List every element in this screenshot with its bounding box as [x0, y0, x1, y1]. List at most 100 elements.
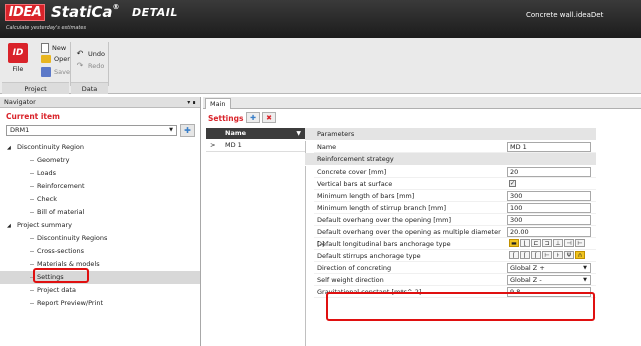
- add-setting-button[interactable]: ✚: [246, 112, 260, 123]
- tee-anchor-icon[interactable]: ⊣: [564, 239, 574, 247]
- straight-anchor-icon[interactable]: ▬: [509, 239, 519, 247]
- tree-item-cross-sections[interactable]: Cross-sections: [0, 245, 200, 258]
- group-label-project: Project: [2, 82, 69, 94]
- property-row: Name MD 1: [314, 141, 596, 153]
- concreting-direction-select[interactable]: Global Z + ▼: [507, 263, 591, 273]
- tree-item-discontinuity-regions[interactable]: Discontinuity Regions: [0, 232, 200, 245]
- stirrup-angle-icon[interactable]: ⌈: [531, 251, 541, 259]
- bend-anchor-icon[interactable]: ⊏: [531, 239, 541, 247]
- property-row: Default overhang over the opening as mul…: [314, 226, 596, 248]
- tagline: Calculate yesterday's estimates: [6, 25, 87, 31]
- concrete-cover-field[interactable]: 20: [507, 167, 591, 177]
- list-header[interactable]: Name ▼: [206, 128, 305, 139]
- tree-item-bill-of-material[interactable]: Bill of material: [0, 206, 200, 219]
- idea-logo: IDEA: [5, 4, 45, 21]
- tree-item-report-preview[interactable]: Report Preview/Print: [0, 297, 200, 310]
- list-item[interactable]: > MD 1: [206, 139, 305, 152]
- plate-anchor-icon[interactable]: ⊥: [553, 239, 563, 247]
- tree-item-geometry[interactable]: Geometry: [0, 154, 200, 167]
- idea-file-icon: ID: [8, 43, 28, 63]
- stirrup-tee-icon[interactable]: ⊢: [542, 251, 552, 259]
- tree-item-project-data[interactable]: Project data: [0, 284, 200, 297]
- property-row: Default overhang over the opening [mm] 3…: [314, 214, 596, 226]
- redo-button[interactable]: ↷ Redo: [75, 61, 105, 71]
- main-tabstrip: Main: [203, 97, 641, 109]
- group-label-data: Data: [71, 82, 108, 94]
- settings-list: Name ▼ > MD 1: [206, 128, 306, 346]
- chevron-down-icon: ▼: [583, 265, 587, 271]
- stirrup-hook-icon[interactable]: ⌈: [509, 251, 519, 259]
- open-button[interactable]: Open: [41, 55, 71, 63]
- property-row: Default longitudinal bars anchorage type…: [314, 238, 596, 250]
- add-icon: ✚: [184, 126, 191, 135]
- self-weight-direction-select[interactable]: Global Z - ▼: [507, 275, 591, 285]
- save-button[interactable]: Save: [41, 67, 70, 77]
- ribbon-divider: [108, 42, 109, 86]
- undo-icon: ↶: [76, 49, 84, 58]
- new-button[interactable]: New: [41, 43, 66, 53]
- title-bar: IDEA StatiCa® DETAIL Calculate yesterday…: [0, 0, 641, 38]
- delete-setting-button[interactable]: ✖: [262, 112, 276, 123]
- loop-anchor-icon[interactable]: ⊐: [542, 239, 552, 247]
- ribbon-divider: [70, 42, 71, 86]
- chevron-down-icon: ▼: [169, 127, 173, 133]
- settings-highlight-annotation: [33, 268, 89, 283]
- new-file-icon: [41, 43, 49, 53]
- min-bar-length-field[interactable]: 300: [507, 191, 591, 201]
- tree-item-loads[interactable]: Loads: [0, 167, 200, 180]
- self-weight-highlight-annotation: [326, 292, 595, 321]
- hook-anchor-icon[interactable]: ⌊: [520, 239, 530, 247]
- overhang-diameter-field[interactable]: 20.00: [507, 227, 591, 237]
- properties-grid: Parameters Name MD 1 Reinforcement strat…: [305, 128, 596, 298]
- add-icon: ✚: [250, 114, 256, 122]
- current-item-label: Current item: [6, 112, 60, 121]
- overhang-field[interactable]: 300: [507, 215, 591, 225]
- property-row: Default stirrups anchorage type ⌈ ⌈ ⌈ ⊢ …: [314, 250, 596, 262]
- ribbon: ID File New Open Save ↶ Undo ↷ Redo Proj…: [0, 38, 641, 94]
- product-name: DETAIL: [132, 6, 178, 19]
- vertical-bars-checkbox[interactable]: ✓: [509, 180, 516, 187]
- document-title: Concrete wall.ideaDet: [526, 11, 604, 19]
- section-parameters: Parameters: [305, 128, 596, 141]
- save-icon: [41, 67, 51, 77]
- name-field[interactable]: MD 1: [507, 142, 591, 152]
- tree-item-materials-models[interactable]: Materials & models: [0, 258, 200, 271]
- tree-item-settings[interactable]: Settings: [0, 271, 200, 284]
- stirrup-anchorage-picker: ⌈ ⌈ ⌈ ⊢ ⊦ Ψ ∩: [509, 251, 591, 259]
- current-item-select[interactable]: DRM1 ▼: [6, 125, 177, 136]
- stirrup-fork-icon[interactable]: Ψ: [564, 251, 574, 259]
- min-stirrup-branch-field[interactable]: 100: [507, 203, 591, 213]
- folder-open-icon: [41, 55, 51, 63]
- property-row: Self weight direction Global Z - ▼: [314, 274, 596, 286]
- property-row: Minimum length of bars [mm] 300: [314, 190, 596, 202]
- undo-button[interactable]: ↶ Undo: [75, 49, 105, 59]
- redo-icon: ↷: [76, 61, 84, 70]
- stirrup-closed-icon[interactable]: ∩: [575, 251, 585, 259]
- tree-item-discontinuity-region[interactable]: ◢ Discontinuity Region: [0, 141, 200, 154]
- pin-icon[interactable]: ▾ ∎: [187, 97, 196, 108]
- navigator-panel: Navigator ▾ ∎ Current item DRM1 ▼ ✚ ◢ Dis…: [0, 97, 201, 346]
- stirrup-straight-icon[interactable]: ⊦: [553, 251, 563, 259]
- longitudinal-anchorage-picker: ▬ ⌊ ⊏ ⊐ ⊥ ⊣ ⊢: [509, 239, 591, 247]
- property-row: Vertical bars at surface ✓: [314, 178, 596, 190]
- tab-main[interactable]: Main: [205, 98, 231, 109]
- cross-anchor-icon[interactable]: ⊢: [575, 239, 585, 247]
- property-row: Direction of concreting Global Z + ▼: [314, 262, 596, 274]
- filter-icon[interactable]: ▼: [296, 128, 301, 139]
- property-row: Concrete cover [mm] 20: [314, 166, 596, 178]
- file-button[interactable]: ID File: [4, 43, 32, 79]
- tree-item-reinforcement[interactable]: Reinforcement: [0, 180, 200, 193]
- row-selector-icon: >: [210, 141, 216, 149]
- chevron-down-icon: ▼: [583, 277, 587, 283]
- settings-title: Settings: [208, 114, 244, 123]
- add-item-button[interactable]: ✚: [180, 124, 195, 137]
- navigator-tree: ◢ Discontinuity Region Geometry Loads Rei…: [0, 141, 200, 310]
- close-icon: ✖: [266, 114, 272, 122]
- tree-item-check[interactable]: Check: [0, 193, 200, 206]
- section-reinforcement-strategy: Reinforcement strategy: [305, 153, 596, 166]
- brand-name: StatiCa®: [51, 3, 120, 21]
- property-row: Minimum length of stirrup branch [mm] 10…: [314, 202, 596, 214]
- tree-item-project-summary[interactable]: ◢ Project summary: [0, 219, 200, 232]
- stirrup-bend-icon[interactable]: ⌈: [520, 251, 530, 259]
- navigator-header: Navigator ▾ ∎: [0, 97, 200, 108]
